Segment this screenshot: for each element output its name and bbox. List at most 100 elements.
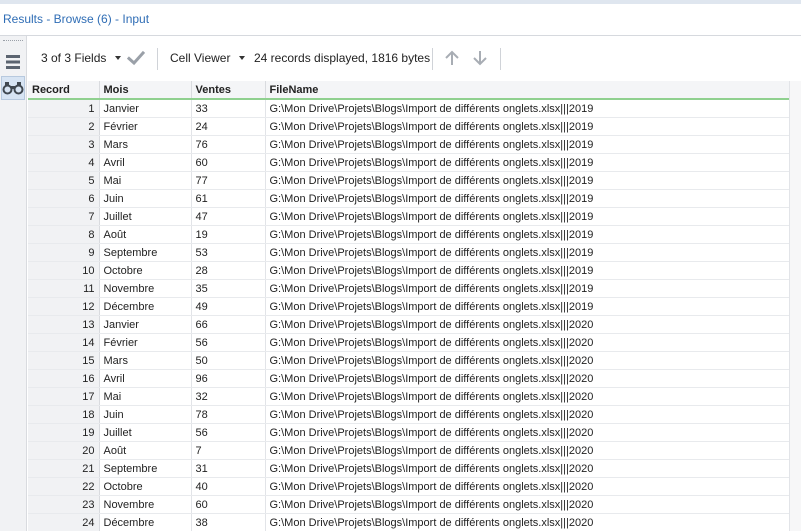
- record-cell[interactable]: 11: [28, 279, 100, 298]
- record-cell[interactable]: 2: [28, 117, 100, 136]
- table-row[interactable]: 7 Juillet 47 G:\Mon Drive\Projets\Blogs\Imp…: [28, 207, 789, 226]
- mois-cell[interactable]: Septembre: [99, 243, 192, 262]
- mois-cell[interactable]: Octobre: [99, 477, 192, 496]
- ventes-cell[interactable]: 49: [191, 297, 266, 316]
- mois-cell[interactable]: Août: [99, 225, 192, 244]
- table-row[interactable]: 18 Juin 78 G:\Mon Drive\Projets\Blogs\Impor…: [28, 405, 789, 424]
- table-row[interactable]: 16 Avril 96 G:\Mon Drive\Projets\Blogs\Impo…: [28, 369, 789, 388]
- ventes-cell[interactable]: 77: [191, 171, 266, 190]
- table-row[interactable]: 17 Mai 32 G:\Mon Drive\Projets\Blogs\Import…: [28, 387, 789, 406]
- filename-cell[interactable]: G:\Mon Drive\Projets\Blogs\Import de dif…: [265, 459, 789, 478]
- ventes-cell[interactable]: 60: [191, 495, 266, 514]
- previous-button[interactable]: [443, 36, 461, 80]
- ventes-cell[interactable]: 76: [191, 135, 266, 154]
- ventes-cell[interactable]: 38: [191, 513, 266, 531]
- record-cell[interactable]: 6: [28, 189, 100, 208]
- table-row[interactable]: 13 Janvier 66 G:\Mon Drive\Projets\Blogs\Im…: [28, 315, 789, 334]
- filename-cell[interactable]: G:\Mon Drive\Projets\Blogs\Import de dif…: [265, 117, 789, 136]
- record-cell[interactable]: 13: [28, 315, 100, 334]
- mois-cell[interactable]: Décembre: [99, 297, 192, 316]
- ventes-cell[interactable]: 66: [191, 315, 266, 334]
- mois-cell[interactable]: Juin: [99, 189, 192, 208]
- ventes-cell[interactable]: 35: [191, 279, 266, 298]
- table-row[interactable]: 14 Février 56 G:\Mon Drive\Projets\Blogs\Im…: [28, 333, 789, 352]
- mois-cell[interactable]: Mars: [99, 351, 192, 370]
- ventes-cell[interactable]: 60: [191, 153, 266, 172]
- column-header-record[interactable]: Record: [28, 81, 100, 100]
- ventes-cell[interactable]: 56: [191, 333, 266, 352]
- mois-cell[interactable]: Avril: [99, 369, 192, 388]
- record-cell[interactable]: 23: [28, 495, 100, 514]
- mois-cell[interactable]: Octobre: [99, 261, 192, 280]
- record-cell[interactable]: 18: [28, 405, 100, 424]
- filename-cell[interactable]: G:\Mon Drive\Projets\Blogs\Import de dif…: [265, 279, 789, 298]
- record-cell[interactable]: 19: [28, 423, 100, 442]
- fields-selector[interactable]: 3 of 3 Fields: [41, 36, 122, 80]
- browse-button[interactable]: [1, 76, 25, 100]
- rows-view-button[interactable]: [1, 50, 25, 74]
- mois-cell[interactable]: Novembre: [99, 279, 192, 298]
- record-cell[interactable]: 22: [28, 477, 100, 496]
- ventes-cell[interactable]: 50: [191, 351, 266, 370]
- record-cell[interactable]: 12: [28, 297, 100, 316]
- filename-cell[interactable]: G:\Mon Drive\Projets\Blogs\Import de dif…: [265, 405, 789, 424]
- ventes-cell[interactable]: 40: [191, 477, 266, 496]
- mois-cell[interactable]: Mars: [99, 135, 192, 154]
- table-row[interactable]: 20 Août 7 G:\Mon Drive\Projets\Blogs\Import…: [28, 441, 789, 460]
- ventes-cell[interactable]: 47: [191, 207, 266, 226]
- table-row[interactable]: 4 Avril 60 G:\Mon Drive\Projets\Blogs\Impor…: [28, 153, 789, 172]
- filename-cell[interactable]: G:\Mon Drive\Projets\Blogs\Import de dif…: [265, 315, 789, 334]
- mois-cell[interactable]: Août: [99, 441, 192, 460]
- filename-cell[interactable]: G:\Mon Drive\Projets\Blogs\Import de dif…: [265, 99, 789, 118]
- ventes-cell[interactable]: 53: [191, 243, 266, 262]
- filename-cell[interactable]: G:\Mon Drive\Projets\Blogs\Import de dif…: [265, 297, 789, 316]
- record-cell[interactable]: 5: [28, 171, 100, 190]
- ventes-cell[interactable]: 24: [191, 117, 266, 136]
- record-cell[interactable]: 7: [28, 207, 100, 226]
- ventes-cell[interactable]: 61: [191, 189, 266, 208]
- table-row[interactable]: 15 Mars 50 G:\Mon Drive\Projets\Blogs\Impor…: [28, 351, 789, 370]
- record-cell[interactable]: 20: [28, 441, 100, 460]
- record-cell[interactable]: 24: [28, 513, 100, 531]
- ventes-cell[interactable]: 96: [191, 369, 266, 388]
- mois-cell[interactable]: Novembre: [99, 495, 192, 514]
- filename-cell[interactable]: G:\Mon Drive\Projets\Blogs\Import de dif…: [265, 387, 789, 406]
- apply-fields-button[interactable]: [127, 36, 145, 80]
- mois-cell[interactable]: Mai: [99, 171, 192, 190]
- table-row[interactable]: 6 Juin 61 G:\Mon Drive\Projets\Blogs\Import…: [28, 189, 789, 208]
- table-row[interactable]: 21 Septembre 31 G:\Mon Drive\Projets\Blogs\…: [28, 459, 789, 478]
- mois-cell[interactable]: Février: [99, 333, 192, 352]
- ventes-cell[interactable]: 31: [191, 459, 266, 478]
- filename-cell[interactable]: G:\Mon Drive\Projets\Blogs\Import de dif…: [265, 333, 789, 352]
- table-row[interactable]: 11 Novembre 35 G:\Mon Drive\Projets\Blogs\I…: [28, 279, 789, 298]
- column-header-ventes[interactable]: Ventes: [191, 81, 266, 100]
- mois-cell[interactable]: Septembre: [99, 459, 192, 478]
- column-header-mois[interactable]: Mois: [99, 81, 192, 100]
- table-row[interactable]: 3 Mars 76 G:\Mon Drive\Projets\Blogs\Import…: [28, 135, 789, 154]
- filename-cell[interactable]: G:\Mon Drive\Projets\Blogs\Import de dif…: [265, 153, 789, 172]
- ventes-cell[interactable]: 28: [191, 261, 266, 280]
- ventes-cell[interactable]: 78: [191, 405, 266, 424]
- column-header-filename[interactable]: FileName: [265, 81, 789, 100]
- table-row[interactable]: 23 Novembre 60 G:\Mon Drive\Projets\Blogs\I…: [28, 495, 789, 514]
- filename-cell[interactable]: G:\Mon Drive\Projets\Blogs\Import de dif…: [265, 189, 789, 208]
- grid-vertical-scrollbar[interactable]: [789, 81, 801, 531]
- table-row[interactable]: 9 Septembre 53 G:\Mon Drive\Projets\Blogs\I…: [28, 243, 789, 262]
- filename-cell[interactable]: G:\Mon Drive\Projets\Blogs\Import de dif…: [265, 351, 789, 370]
- ventes-cell[interactable]: 7: [191, 441, 266, 460]
- table-row[interactable]: 10 Octobre 28 G:\Mon Drive\Projets\Blogs\Im…: [28, 261, 789, 280]
- filename-cell[interactable]: G:\Mon Drive\Projets\Blogs\Import de dif…: [265, 135, 789, 154]
- filename-cell[interactable]: G:\Mon Drive\Projets\Blogs\Import de dif…: [265, 261, 789, 280]
- mois-cell[interactable]: Juillet: [99, 207, 192, 226]
- mois-cell[interactable]: Janvier: [99, 99, 192, 118]
- record-cell[interactable]: 15: [28, 351, 100, 370]
- ventes-cell[interactable]: 56: [191, 423, 266, 442]
- mois-cell[interactable]: Avril: [99, 153, 192, 172]
- filename-cell[interactable]: G:\Mon Drive\Projets\Blogs\Import de dif…: [265, 225, 789, 244]
- filename-cell[interactable]: G:\Mon Drive\Projets\Blogs\Import de dif…: [265, 243, 789, 262]
- mois-cell[interactable]: Décembre: [99, 513, 192, 531]
- filename-cell[interactable]: G:\Mon Drive\Projets\Blogs\Import de dif…: [265, 513, 789, 531]
- filename-cell[interactable]: G:\Mon Drive\Projets\Blogs\Import de dif…: [265, 495, 789, 514]
- record-cell[interactable]: 4: [28, 153, 100, 172]
- table-row[interactable]: 1 Janvier 33 G:\Mon Drive\Projets\Blogs\Imp…: [28, 99, 789, 118]
